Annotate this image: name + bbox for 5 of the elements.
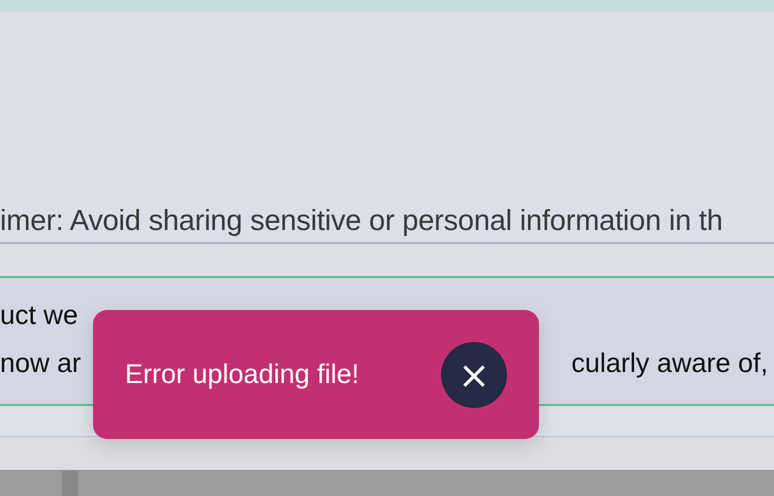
message-text: cularly aware of, [571,348,768,378]
disclaimer-text: imer: Avoid sharing sensitive or personal information in th [0,204,723,238]
toast-message: Error uploading file! [125,359,360,390]
message-text: uct we [0,300,78,330]
message-text: now ar [0,348,82,378]
